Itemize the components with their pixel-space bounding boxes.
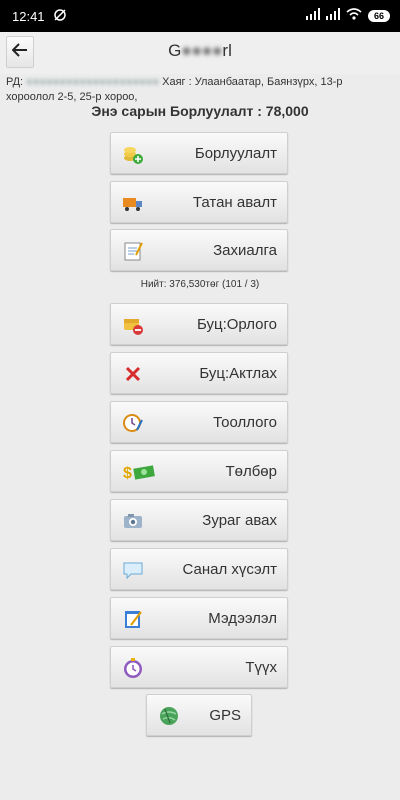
- gps-button[interactable]: GPS: [146, 694, 252, 736]
- svg-text:$: $: [123, 465, 132, 482]
- signal-icon-2: [326, 8, 340, 23]
- money-icon: $: [122, 461, 156, 483]
- payment-button[interactable]: $ Төлбөр: [110, 450, 288, 492]
- return-income-label: Буц:Орлого: [196, 316, 277, 333]
- take-photo-label: Зураг авах: [202, 512, 277, 529]
- clock-pencil-icon: [122, 412, 144, 434]
- wallet-minus-icon: [122, 314, 144, 336]
- sync-off-icon: [53, 8, 67, 25]
- page-title: G●●●●rl: [0, 41, 400, 61]
- title-blurred: ●●●●: [181, 41, 223, 60]
- order-label: Захиалга: [213, 242, 277, 259]
- sales-label: Борлуулалт: [194, 145, 277, 162]
- order-summary: Нийт: 376,530төг (101 / 3): [140, 279, 260, 290]
- information-label: Мэдээлэл: [208, 610, 277, 627]
- return-writeoff-label: Буц:Актлах: [199, 365, 277, 382]
- title-visible-start: G: [168, 41, 182, 60]
- truck-icon: [122, 192, 144, 214]
- notepad-icon: [122, 240, 144, 262]
- inventory-count-button[interactable]: Тооллого: [110, 401, 288, 443]
- speech-bubble-icon: [122, 559, 144, 581]
- app-bar: G●●●●rl: [0, 32, 400, 74]
- note-pencil-icon: [122, 608, 144, 630]
- inventory-count-label: Тооллого: [213, 414, 277, 431]
- gps-globe-icon: [158, 705, 180, 727]
- feedback-button[interactable]: Санал хүсэлт: [110, 548, 288, 590]
- status-bar: 12:41 66: [0, 0, 400, 32]
- history-label: Түүх: [245, 659, 277, 676]
- return-writeoff-button[interactable]: Буц:Актлах: [110, 352, 288, 394]
- history-button[interactable]: Түүх: [110, 646, 288, 688]
- information-button[interactable]: Мэдээлэл: [110, 597, 288, 639]
- feedback-label: Санал хүсэлт: [182, 561, 277, 578]
- return-income-button[interactable]: Буц:Орлого: [110, 303, 288, 345]
- payment-label: Төлбөр: [225, 463, 277, 480]
- customer-id-value: ●●●●●●●●●●●●●●●●●●●●: [26, 76, 160, 88]
- red-x-icon: [122, 363, 144, 385]
- sales-button[interactable]: Борлуулалт: [110, 132, 288, 174]
- collection-label: Татан авалт: [192, 194, 277, 211]
- title-visible-end: rl: [222, 41, 232, 60]
- wifi-icon: [346, 8, 362, 23]
- customer-info: РД: ●●●●●●●●●●●●●●●●●●●● Хаяг : Улаанбаа…: [6, 75, 390, 105]
- gps-label: GPS: [209, 707, 241, 724]
- customer-id-label: РД:: [6, 76, 24, 88]
- coins-add-icon: [122, 143, 144, 165]
- camera-icon: [122, 510, 144, 532]
- battery-icon: 66: [368, 9, 390, 22]
- status-time: 12:41: [12, 9, 45, 24]
- collection-button[interactable]: Татан авалт: [110, 181, 288, 223]
- take-photo-button[interactable]: Зураг авах: [110, 499, 288, 541]
- history-clock-icon: [122, 657, 144, 679]
- order-button[interactable]: Захиалга: [110, 229, 288, 271]
- signal-icon: [306, 8, 320, 23]
- monthly-sales-total: Энэ сарын Борлуулалт : 78,000: [91, 103, 309, 119]
